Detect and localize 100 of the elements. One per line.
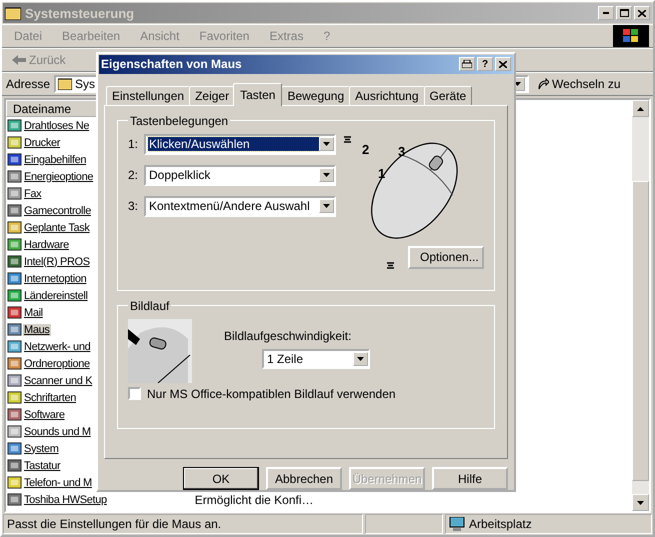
applet-icon xyxy=(7,288,22,303)
list-item[interactable]: Telefon- und M xyxy=(23,476,93,488)
dialog-button[interactable]: Abbrechen xyxy=(266,467,342,490)
address-text: Sys xyxy=(75,77,96,91)
button-number-label: 1: xyxy=(128,137,140,152)
applet-icon xyxy=(7,322,22,337)
list-item[interactable]: Intel(R) PROS xyxy=(23,256,91,268)
list-item[interactable]: Scanner und K xyxy=(23,374,94,386)
list-item[interactable]: Sounds und M xyxy=(23,426,92,438)
applet-icon xyxy=(7,373,22,388)
applet-icon xyxy=(7,407,22,422)
list-item[interactable]: Schriftarten xyxy=(23,392,78,404)
applet-icon xyxy=(7,254,22,269)
scroll-speed-dropdown[interactable]: 1 Zeile xyxy=(262,348,370,369)
help-button[interactable]: ? xyxy=(477,57,493,72)
list-item[interactable]: Geplante Task xyxy=(23,222,91,234)
list-item[interactable]: Maus xyxy=(23,324,50,336)
address-label: Adresse xyxy=(6,77,50,91)
applet-icon xyxy=(7,118,22,133)
checkbox[interactable] xyxy=(128,387,141,400)
group-title: Bildlauf xyxy=(129,298,170,313)
applet-icon xyxy=(7,169,22,184)
tab[interactable]: Zeiger xyxy=(189,86,236,106)
caret-icon xyxy=(357,356,364,361)
tab[interactable]: Einstellungen xyxy=(106,86,190,106)
go-button[interactable]: Wechseln zu xyxy=(533,77,625,91)
button-action-dropdown[interactable]: Kontextmenü/Andere Auswahl xyxy=(144,196,336,217)
maximize-icon xyxy=(620,9,628,17)
window-title: Systemsteuerung xyxy=(25,6,134,20)
scrollbar[interactable] xyxy=(632,100,649,511)
list-item[interactable]: Internetoption xyxy=(23,272,88,284)
dialog-button[interactable]: OK xyxy=(183,467,259,490)
folder-icon xyxy=(5,6,21,20)
maximize-button[interactable] xyxy=(616,6,632,20)
applet-icon xyxy=(7,237,22,252)
button-number-label: 3: xyxy=(128,199,140,214)
printer-button[interactable] xyxy=(459,57,475,72)
applet-icon xyxy=(7,390,22,405)
tab[interactable]: Tasten xyxy=(233,82,282,106)
tab[interactable]: Geräte xyxy=(424,86,472,106)
item-description: Ermöglicht die Konfi… xyxy=(194,492,314,506)
list-item[interactable]: Drahtloses Ne xyxy=(23,120,90,132)
list-item[interactable]: Eingabehilfen xyxy=(23,154,88,166)
minimize-button[interactable] xyxy=(598,6,614,20)
status-location: Arbeitsplatz xyxy=(469,517,532,531)
list-item[interactable]: Energieoptione xyxy=(23,170,94,182)
button-action-dropdown[interactable]: Doppelklick xyxy=(144,164,336,186)
applet-icon xyxy=(7,186,22,201)
applet-icon xyxy=(7,475,22,490)
applet-icon xyxy=(7,271,22,286)
button-action-dropdown[interactable]: Klicken/Auswählen xyxy=(144,134,336,155)
windows-logo-icon xyxy=(613,25,649,47)
close-icon xyxy=(499,60,507,68)
applet-icon xyxy=(7,356,22,371)
caret-icon xyxy=(637,500,644,504)
back-arrow-icon xyxy=(12,55,26,65)
applet-icon xyxy=(7,458,22,473)
dialog-title: Eigenschaften von Maus xyxy=(101,57,242,72)
list-item[interactable]: Fax xyxy=(23,188,42,200)
list-item[interactable]: Software xyxy=(23,408,66,420)
list-item[interactable]: Hardware xyxy=(23,238,70,250)
caret-icon xyxy=(323,173,330,178)
applet-icon xyxy=(7,152,22,167)
list-item[interactable]: Netzwerk- und xyxy=(23,340,92,352)
caret-icon xyxy=(323,204,330,208)
close-button[interactable] xyxy=(634,6,650,20)
tab[interactable]: Ausrichtung xyxy=(349,86,425,106)
dialog-button[interactable]: Hilfe xyxy=(432,467,508,490)
applet-icon xyxy=(7,220,22,235)
applet-icon xyxy=(7,135,22,150)
close-icon xyxy=(638,10,646,16)
close-button[interactable] xyxy=(495,57,511,72)
checkbox-label[interactable]: Nur MS Office-kompatiblen Bildlauf verwenden xyxy=(147,386,396,401)
folder-icon xyxy=(58,78,72,90)
mouse-button-label: 3 xyxy=(398,144,406,159)
scroll-speed-label: Bildlaufgeschwindigkeit: xyxy=(224,328,352,343)
list-item[interactable]: System xyxy=(23,442,60,454)
computer-icon xyxy=(449,517,465,531)
list-item[interactable]: Ländereinstell xyxy=(23,290,89,302)
caret-icon xyxy=(323,142,330,146)
applet-icon xyxy=(7,424,22,439)
button-number-label: 2: xyxy=(128,168,140,182)
status-text: Passt die Einstellungen für die Maus an. xyxy=(3,514,363,534)
applet-icon xyxy=(7,203,22,218)
mouse-wheel-drawing xyxy=(128,318,192,383)
list-item[interactable]: Drucker xyxy=(23,136,62,148)
minimize-icon xyxy=(603,12,609,14)
printer-icon xyxy=(462,60,472,68)
list-item[interactable]: Ordneroptione xyxy=(23,358,91,370)
list-item[interactable]: Tastatur xyxy=(23,460,62,472)
applet-icon xyxy=(7,305,22,320)
applet-icon xyxy=(7,339,22,354)
list-item[interactable]: Toshiba HWSetup xyxy=(23,494,108,506)
list-item[interactable]: Gamecontrolle xyxy=(23,204,92,216)
up-caret-icon xyxy=(637,106,644,110)
applet-icon xyxy=(7,441,22,456)
group-title: Tastenbelegungen xyxy=(129,114,230,128)
options-button[interactable]: Optionen... xyxy=(408,246,484,269)
list-item[interactable]: Mail xyxy=(23,306,44,318)
mouse-button-label: 2 xyxy=(362,142,370,157)
